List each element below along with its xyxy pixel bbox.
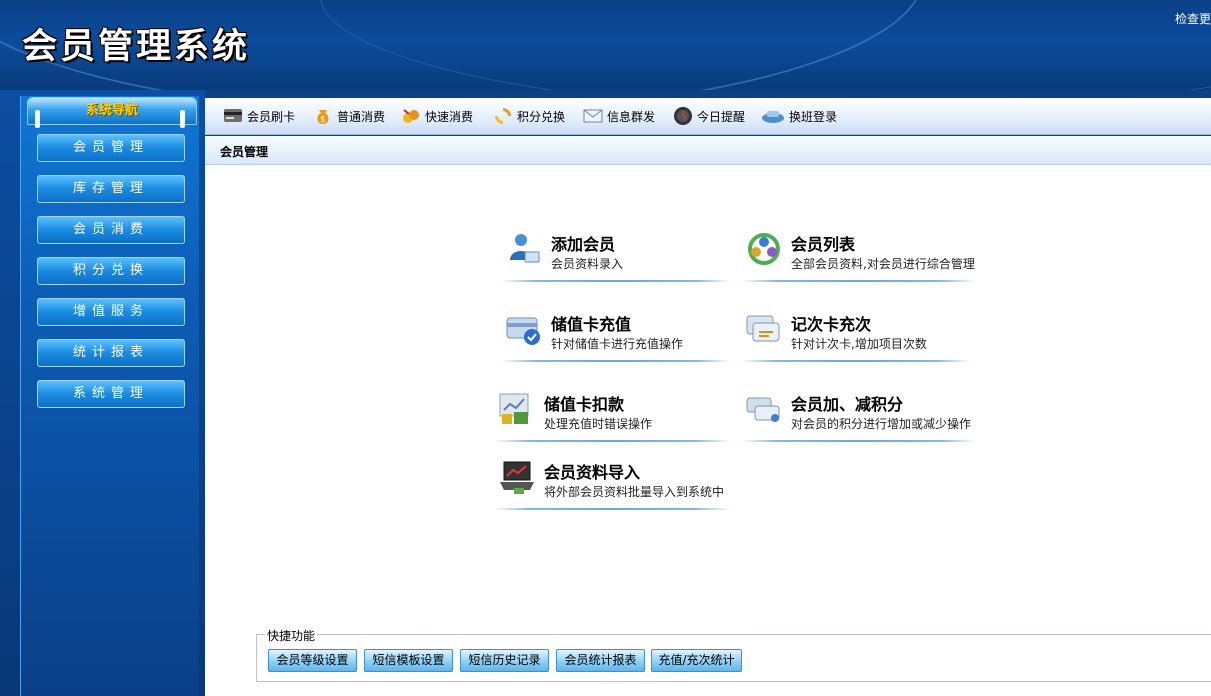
recharge-stats-button[interactable]: 充值/充次统计	[651, 649, 742, 672]
toolbar-card-swipe-button[interactable]: 会员刷卡	[223, 104, 295, 128]
app-title: 会员管理系统	[22, 26, 251, 67]
login-icon	[761, 106, 785, 126]
function-divider	[741, 360, 971, 362]
member-stats-report-button[interactable]: 会员统计报表	[556, 649, 645, 672]
sidebar-item-member-management[interactable]: 会员管理	[37, 134, 185, 162]
function-title: 会员列表	[791, 235, 856, 254]
sidebar-item-points-exchange[interactable]: 积分兑换	[37, 257, 185, 285]
function-divider	[501, 280, 731, 282]
card-recharge-function[interactable]: 储值卡充值 针对储值卡进行充值操作	[501, 310, 731, 368]
add-member-function[interactable]: 添加会员 会员资料录入	[501, 230, 731, 288]
exchange-icon	[493, 106, 513, 126]
count-card-function[interactable]: 记次卡充次 针对计次卡,增加项目次数	[741, 310, 985, 368]
nav-title-post-right	[180, 110, 185, 128]
card-recharge-icon	[505, 310, 543, 348]
function-description: 处理充值时错误操作	[544, 417, 653, 431]
function-description: 针对储值卡进行充值操作	[551, 337, 684, 351]
function-title: 会员加、减积分	[791, 395, 904, 414]
card-deduct-icon	[498, 390, 536, 428]
sidebar-item-inventory-management[interactable]: 库存管理	[37, 175, 185, 203]
toolbar-mass-message-button[interactable]: 信息群发	[583, 104, 655, 128]
member-list-icon	[745, 230, 783, 268]
member-level-settings-button[interactable]: 会员等级设置	[268, 649, 357, 672]
sms-history-button[interactable]: 短信历史记录	[460, 649, 549, 672]
function-divider	[741, 280, 976, 282]
import-members-function[interactable]: 会员资料导入 将外部会员资料批量导入到系统中	[494, 458, 731, 516]
count-card-icon	[745, 310, 783, 348]
quick-functions-legend: 快捷功能	[265, 627, 318, 644]
toolbar-normal-consumption-button[interactable]: $ 普通消费	[313, 104, 385, 128]
function-title: 添加会员	[551, 235, 616, 254]
sidebar-item-member-consumption[interactable]: 会员消费	[37, 216, 185, 244]
toolbar-points-exchange-button[interactable]: 积分兑换	[493, 104, 565, 128]
import-laptop-icon	[498, 458, 536, 496]
function-divider	[494, 508, 731, 510]
member-list-function[interactable]: 会员列表 全部会员资料,对会员进行综合管理	[741, 230, 985, 288]
function-title: 储值卡扣款	[544, 395, 625, 414]
function-divider	[741, 440, 976, 442]
app-header: 会员管理系统 检查更	[0, 0, 1211, 90]
function-title: 会员资料导入	[544, 463, 641, 482]
check-update-link[interactable]: 检查更	[1175, 10, 1211, 27]
sidebar-title-label: 系统导航	[85, 103, 138, 118]
function-description: 针对计次卡,增加项目次数	[791, 337, 927, 351]
clock-icon	[673, 106, 693, 126]
toolbar-today-reminder-button[interactable]: 今日提醒	[673, 104, 745, 128]
function-divider	[494, 440, 731, 442]
function-description: 全部会员资料,对会员进行综合管理	[791, 257, 975, 271]
card-deduct-function[interactable]: 储值卡扣款 处理充值时错误操作	[494, 390, 731, 448]
toolbar-label: 普通消费	[337, 109, 386, 124]
toolbar-shift-login-button[interactable]: 换班登录	[761, 104, 837, 128]
svg-text:$: $	[320, 115, 326, 125]
breadcrumb: 会员管理	[205, 136, 1211, 165]
toolbar-quick-consumption-button[interactable]: 快速消费	[401, 104, 473, 128]
sidebar-item-value-added-services[interactable]: 增值服务	[37, 298, 185, 326]
points-adjust-icon	[745, 390, 783, 428]
toolbar-label: 快速消费	[425, 109, 474, 124]
function-divider	[501, 360, 731, 362]
sidebar-item-system-management[interactable]: 系统管理	[37, 380, 185, 408]
toolbar-label: 积分兑换	[517, 109, 566, 124]
sidebar-title: 系统导航	[27, 97, 197, 125]
function-title: 记次卡充次	[791, 315, 872, 334]
coins-icon	[401, 106, 421, 126]
sidebar-item-statistics-reports[interactable]: 统计报表	[37, 339, 185, 367]
card-reader-icon	[223, 106, 243, 126]
nav-title-post-left	[35, 110, 40, 128]
breadcrumb-current: 会员管理	[220, 145, 269, 159]
money-bag-icon: $	[313, 106, 333, 126]
toolbar-label: 会员刷卡	[247, 109, 296, 124]
function-title: 储值卡充值	[551, 315, 632, 334]
function-description: 会员资料录入	[551, 257, 624, 271]
function-description: 对会员的积分进行增加或减少操作	[791, 417, 972, 431]
function-description: 将外部会员资料批量导入到系统中	[544, 485, 725, 499]
toolbar-label: 今日提醒	[697, 109, 746, 124]
toolbar-label: 信息群发	[607, 109, 656, 124]
sms-template-settings-button[interactable]: 短信模板设置	[364, 649, 453, 672]
mail-icon	[583, 106, 603, 126]
points-adjust-function[interactable]: 会员加、减积分 对会员的积分进行增加或减少操作	[741, 390, 985, 448]
toolbar: 会员刷卡 $ 普通消费 快速消费 积分兑换 信息群发 今日提醒 换班登录	[205, 98, 1211, 135]
toolbar-label: 换班登录	[789, 109, 838, 124]
add-member-icon	[505, 230, 543, 268]
